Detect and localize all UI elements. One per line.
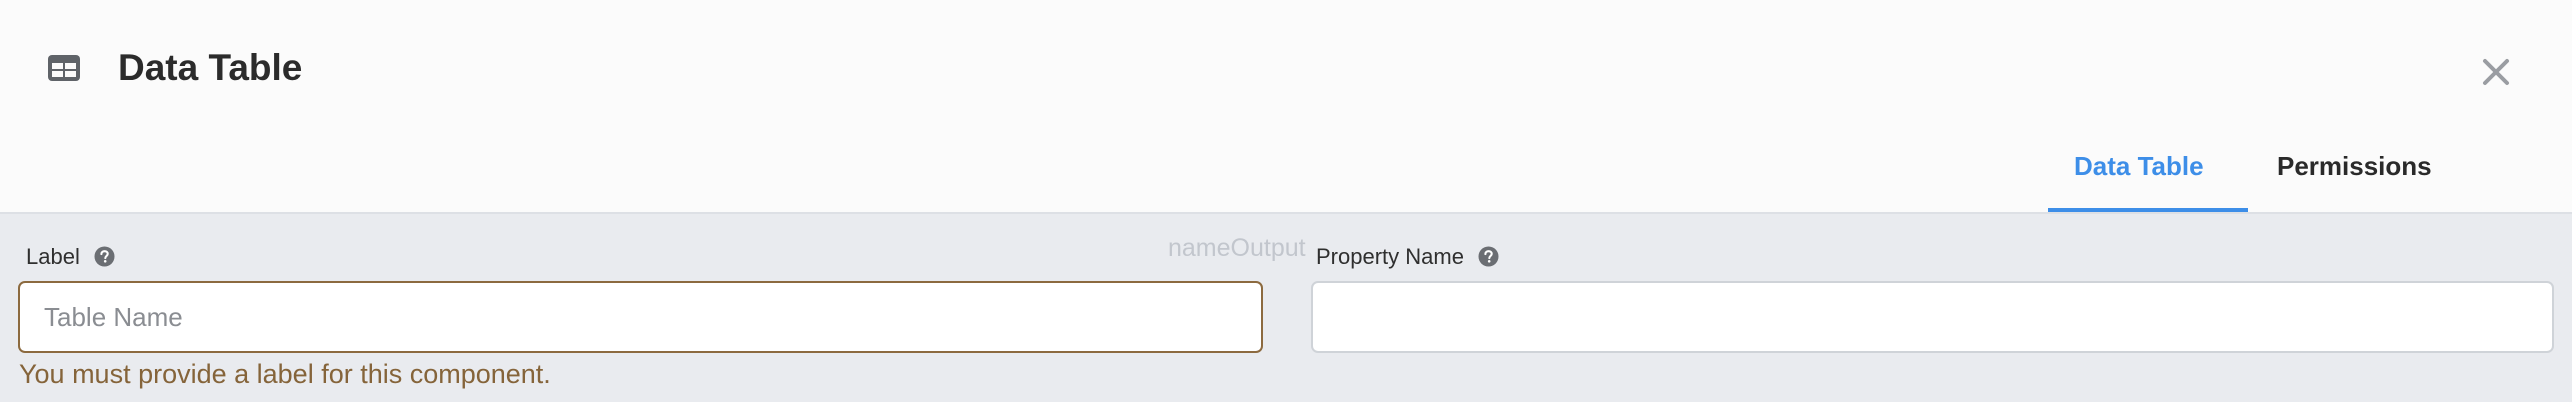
active-tab-indicator: [2048, 208, 2248, 212]
background-text: nameOutput: [1168, 234, 1306, 262]
property-name-label-text: Property Name: [1316, 244, 1464, 269]
label-field-label-text: Label: [26, 244, 80, 269]
tab-permissions[interactable]: Permissions: [2277, 146, 2432, 186]
label-field-label: Label: [26, 243, 115, 271]
property-name-input[interactable]: [1311, 281, 2554, 353]
dialog-title: Data Table: [118, 47, 303, 88]
close-button[interactable]: [2476, 52, 2516, 92]
help-icon[interactable]: [94, 246, 115, 267]
table-icon: [47, 54, 81, 82]
close-icon: [2483, 59, 2509, 85]
tab-data-table[interactable]: Data Table: [2074, 146, 2204, 186]
component-settings-dialog: Data Table Data Table Permissions nameOu…: [0, 0, 2572, 402]
label-input[interactable]: [18, 281, 1263, 353]
help-icon[interactable]: [1478, 246, 1499, 267]
dialog-header: Data Table Data Table Permissions: [0, 0, 2572, 214]
label-error-message: You must provide a label for this compon…: [19, 359, 551, 389]
property-name-field-label: Property Name: [1316, 243, 1499, 271]
